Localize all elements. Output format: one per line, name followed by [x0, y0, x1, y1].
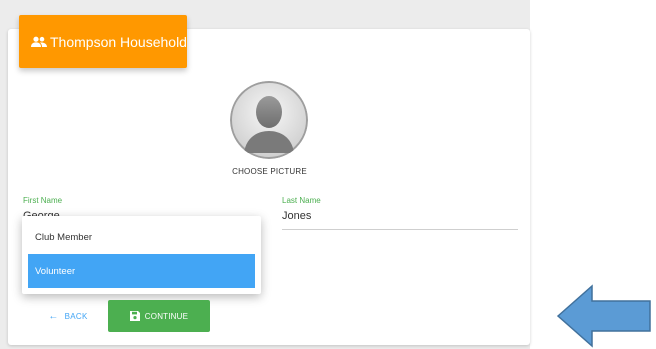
back-button[interactable]: ← BACK: [38, 301, 98, 331]
role-dropdown-menu: Club Member Volunteer: [22, 216, 261, 294]
left-arrow-annotation: [556, 284, 651, 348]
back-button-label: BACK: [64, 311, 88, 321]
profile-card: [8, 29, 530, 345]
household-title: Thompson Household: [50, 33, 187, 50]
last-name-underline: [282, 229, 518, 230]
continue-button-label: CONTINUE: [144, 311, 189, 321]
first-name-label: First Name: [23, 196, 63, 205]
floppy-disk-icon: [129, 311, 140, 321]
choose-picture-link[interactable]: CHOOSE PICTURE: [200, 167, 339, 176]
last-name-label: Last Name: [282, 196, 321, 205]
dropdown-option-volunteer[interactable]: Volunteer: [28, 254, 255, 288]
avatar-placeholder-icon[interactable]: [230, 81, 308, 159]
dropdown-option-club-member[interactable]: Club Member: [28, 220, 255, 254]
arrow-left-icon: ←: [48, 310, 59, 322]
continue-button[interactable]: CONTINUE: [108, 300, 210, 332]
people-icon: [31, 36, 47, 47]
household-header: Thompson Household: [19, 15, 187, 68]
last-name-input[interactable]: Jones: [282, 210, 311, 222]
